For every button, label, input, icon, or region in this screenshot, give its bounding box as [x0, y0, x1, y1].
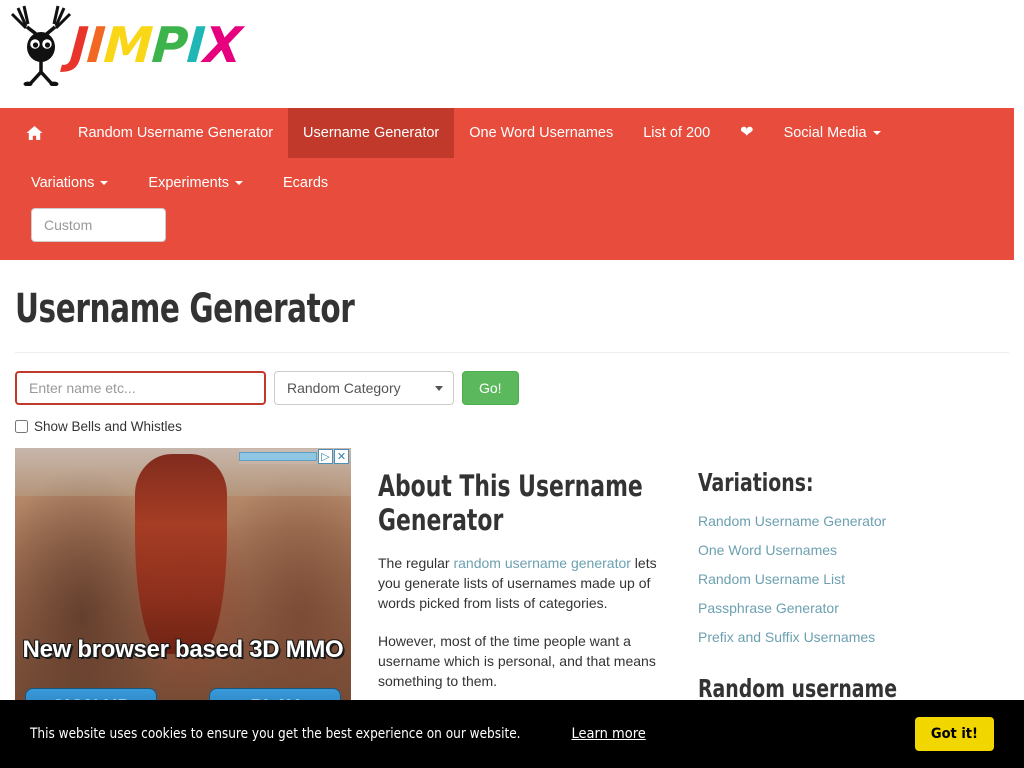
nav-label: Ecards — [283, 175, 329, 191]
home-icon — [26, 126, 43, 140]
nav-row-primary: Random Username Generator Username Gener… — [0, 108, 1014, 158]
site-header: JIMPIX — [0, 0, 1024, 108]
sidebar-link-random-username-list[interactable]: Random Username List — [698, 571, 996, 587]
chevron-down-icon — [435, 386, 443, 391]
chevron-down-icon — [872, 131, 881, 135]
nav-label: List of 200 — [643, 125, 711, 141]
random-username-generator-link[interactable]: random username generator — [453, 555, 630, 571]
adchoices-bar — [239, 452, 317, 461]
logo-letter-p: P — [150, 17, 190, 74]
nav-label: One Word Usernames — [469, 125, 614, 141]
heart-icon: ❤ — [740, 124, 754, 141]
about-paragraph-1: The regular random username generator le… — [378, 553, 669, 613]
category-select-value: Random Category — [287, 380, 401, 396]
variations-link-list: Random Username Generator One Word Usern… — [698, 513, 996, 645]
main-navigation: Random Username Generator Username Gener… — [0, 108, 1014, 260]
nav-row-search — [0, 208, 1014, 250]
logo-letter-m: M — [102, 17, 155, 74]
variations-title: Variations: — [698, 468, 814, 497]
stickman-icon — [10, 5, 72, 86]
ad-headline: New browser based 3D MMO — [22, 636, 344, 663]
nav-item-experiments[interactable]: Experiments — [128, 158, 263, 208]
show-bells-and-whistles-checkbox[interactable] — [15, 420, 28, 433]
nav-label: Experiments — [148, 175, 229, 191]
generator-form: Random Category Go! — [15, 371, 1009, 405]
about-paragraph-2: However, most of the time people want a … — [378, 633, 656, 690]
cookie-learn-more-link[interactable]: Learn more — [571, 726, 645, 742]
cookie-consent-banner: This website uses cookies to ensure you … — [0, 700, 1024, 768]
site-logo[interactable]: JIMPIX — [10, 4, 244, 86]
nav-item-one-word-usernames[interactable]: One Word Usernames — [454, 108, 628, 158]
cookie-accept-button[interactable]: Got it! — [914, 717, 994, 751]
custom-search-input[interactable] — [31, 208, 166, 242]
category-select[interactable]: Random Category — [274, 371, 454, 405]
nav-label: Variations — [31, 175, 95, 191]
nav-item-ecards[interactable]: Ecards — [263, 158, 348, 208]
cookie-message: This website uses cookies to ensure you … — [30, 726, 521, 742]
ad-character-hair — [135, 454, 227, 654]
about-p1-before: The regular — [378, 555, 454, 572]
about-title: About This Username Generator — [378, 469, 643, 537]
nav-label: Random Username Generator — [78, 125, 274, 141]
nav-row-secondary: Variations Experiments Ecards — [0, 158, 1014, 208]
page-root: JIMPIX Random Username Generator Usernam… — [0, 0, 1024, 768]
show-bells-and-whistles-label: Show Bells and Whistles — [34, 419, 182, 434]
nav-item-random-username-generator[interactable]: Random Username Generator — [63, 108, 288, 158]
chevron-down-icon — [235, 181, 243, 185]
adchoices-controls[interactable]: ▷ ✕ — [239, 449, 349, 464]
nav-item-variations[interactable]: Variations — [11, 158, 128, 208]
nav-home-link[interactable] — [0, 108, 63, 158]
logo-wordmark: JIMPIX — [68, 17, 244, 74]
sidebar-link-random-username-generator[interactable]: Random Username Generator — [698, 513, 996, 529]
go-button[interactable]: Go! — [462, 371, 519, 405]
sidebar-link-prefix-and-suffix-usernames[interactable]: Prefix and Suffix Usernames — [698, 629, 996, 645]
nav-item-favourites[interactable]: ❤ — [725, 108, 768, 158]
sidebar-link-passphrase-generator[interactable]: Passphrase Generator — [698, 600, 996, 616]
nav-item-username-generator[interactable]: Username Generator — [288, 108, 455, 158]
close-x-icon[interactable]: ✕ — [334, 449, 349, 464]
advertisement-banner[interactable]: ▷ ✕ New browser based 3D MMO SIGN UP PLA… — [15, 448, 351, 728]
sidebar-link-one-word-usernames[interactable]: One Word Usernames — [698, 542, 996, 558]
nav-item-social-media[interactable]: Social Media — [769, 108, 896, 158]
name-input[interactable] — [15, 371, 266, 405]
nav-label: Social Media — [783, 125, 867, 141]
chevron-down-icon — [100, 181, 109, 185]
play-triangle-icon[interactable]: ▷ — [318, 449, 333, 464]
main-content: Username Generator Random Category Go! S… — [0, 286, 1024, 768]
page-title: Username Generator — [15, 286, 355, 332]
nav-label: Username Generator — [303, 125, 440, 141]
nav-item-list-of-200[interactable]: List of 200 — [628, 108, 725, 158]
title-divider — [15, 352, 1009, 353]
bells-whistles-row: Show Bells and Whistles — [15, 419, 1009, 434]
logo-letter-x: X — [202, 17, 244, 74]
